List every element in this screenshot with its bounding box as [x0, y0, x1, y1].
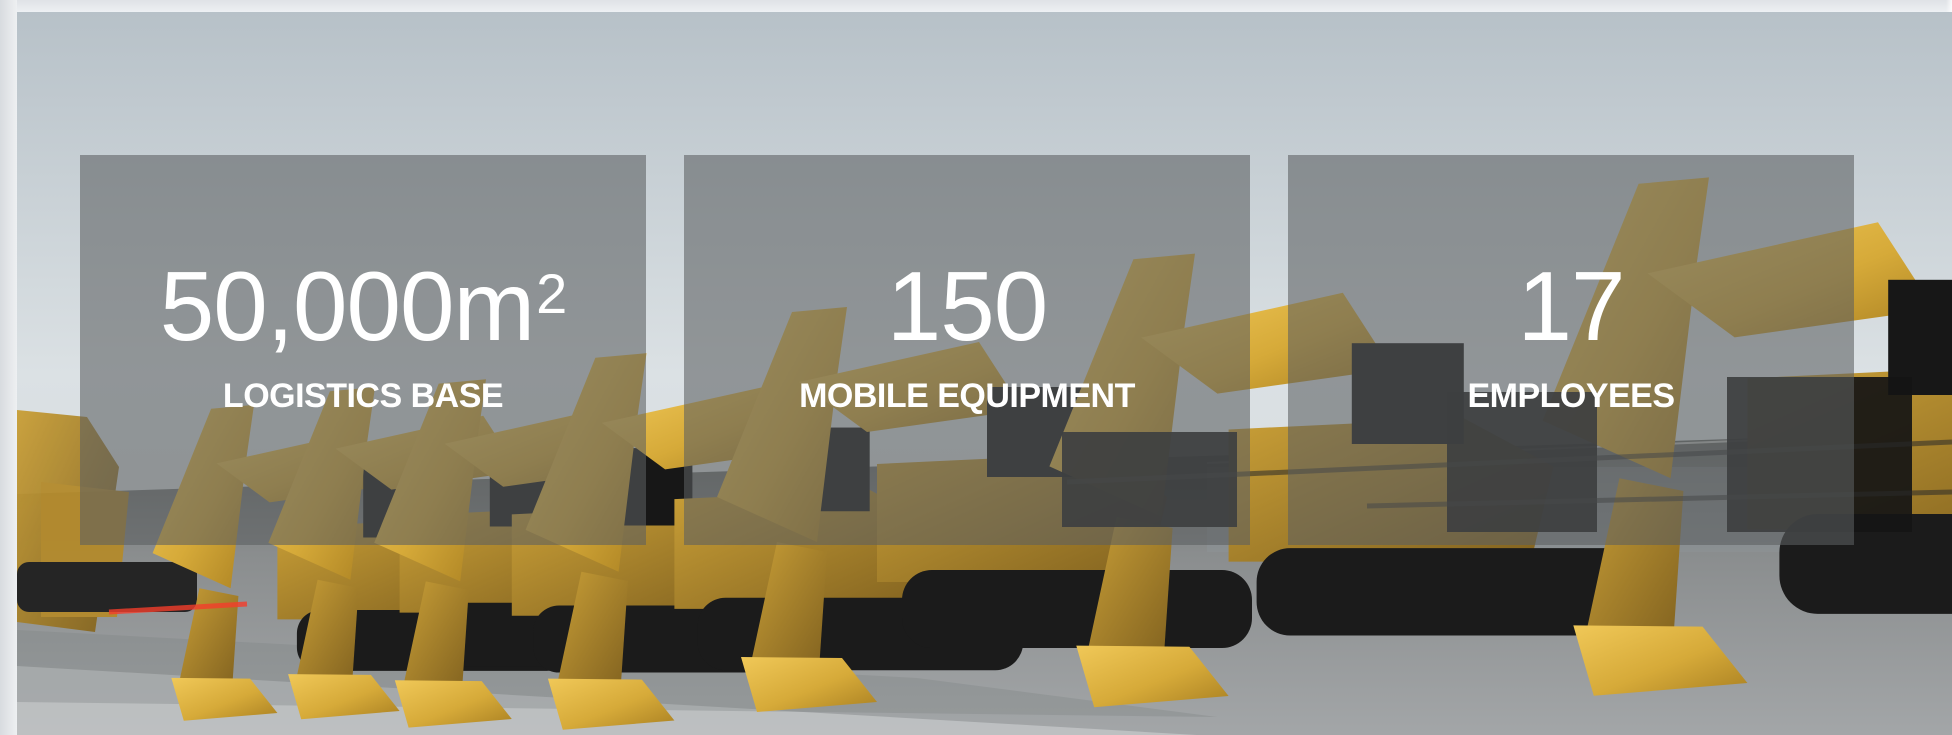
left-border	[0, 0, 17, 735]
top-border	[0, 0, 1952, 12]
stat-label: EMPLOYEES	[1467, 377, 1675, 415]
stat-value: 17	[1288, 257, 1854, 355]
stat-card-logistics-base: 50,000m2 LOGISTICS BASE	[80, 155, 646, 545]
stat-card-mobile-equipment: 150 MOBILE EQUIPMENT	[684, 155, 1250, 545]
hero-stats-page: 50,000m2 LOGISTICS BASE 150 MOBILE EQUIP…	[0, 0, 1952, 735]
stat-number: 150	[886, 251, 1049, 361]
stat-value: 50,000m2	[80, 257, 646, 355]
stat-card-employees: 17 EMPLOYEES	[1288, 155, 1854, 545]
stat-number: 50,000m	[159, 251, 535, 361]
stat-label: MOBILE EQUIPMENT	[799, 377, 1135, 415]
square-unit-superscript: 2	[536, 262, 567, 325]
stat-value: 150	[684, 257, 1250, 355]
stat-label: LOGISTICS BASE	[222, 377, 504, 415]
stat-number: 17	[1517, 251, 1625, 361]
